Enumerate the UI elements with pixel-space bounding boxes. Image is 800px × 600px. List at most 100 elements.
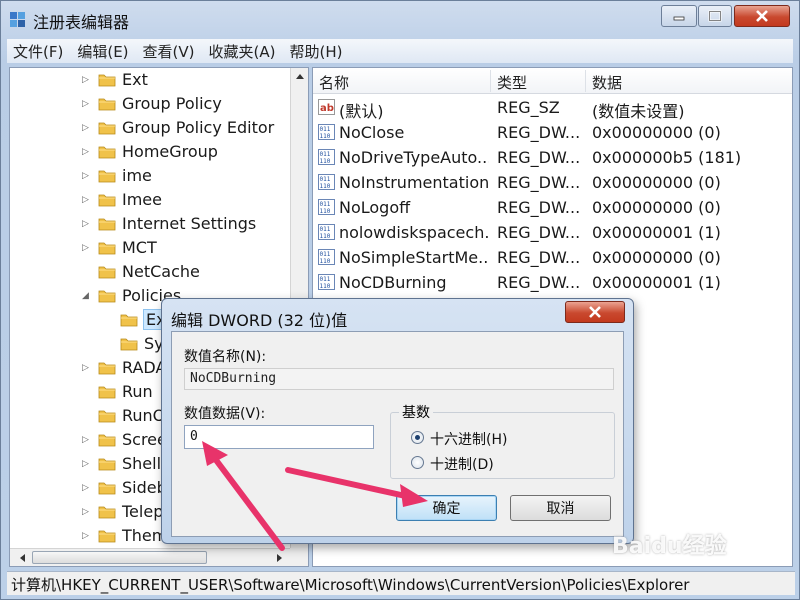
folder-icon: [98, 480, 116, 495]
dialog-title: 编辑 DWORD (32 位)值: [171, 311, 348, 330]
value-type: REG_DW...: [497, 273, 581, 292]
folder-icon: [98, 504, 116, 519]
svg-text:110: 110: [320, 133, 331, 140]
expand-arrow-icon[interactable]: ▷: [82, 243, 92, 253]
value-type: REG_SZ: [497, 98, 560, 117]
expand-arrow-icon[interactable]: ▷: [82, 531, 92, 541]
expand-arrow-icon[interactable]: ◢: [82, 291, 92, 301]
svg-text:110: 110: [320, 283, 331, 290]
tree-item[interactable]: ▷ ime: [10, 164, 292, 188]
tree-horizontal-scrollbar[interactable]: [10, 548, 292, 566]
value-row[interactable]: 011 110 NoClose REG_DW... 0x00000000 (0): [313, 120, 792, 145]
value-data-label: 数值数据(V):: [184, 406, 266, 422]
folder-icon: [98, 360, 116, 375]
dword-value-icon: 011110: [318, 149, 335, 165]
tree-item-label: Internet Settings: [122, 214, 257, 233]
value-row[interactable]: 011 110 NoSimpleStartMe... REG_DW... 0x00000…: [313, 245, 792, 270]
scroll-up-icon[interactable]: [291, 68, 309, 86]
tree-item-label: Telep: [122, 502, 164, 521]
column-header-name[interactable]: 名称: [319, 72, 349, 93]
hex-radio-label[interactable]: 十六进制(H): [430, 429, 507, 449]
expand-arrow-icon[interactable]: ▷: [82, 459, 92, 469]
value-data: 0x00000000 (0): [592, 123, 721, 142]
value-data-input[interactable]: 0: [184, 425, 374, 449]
dialog-close-button[interactable]: [565, 301, 625, 323]
value-row[interactable]: 011 110 NoLogoff REG_DW... 0x00000000 (0): [313, 195, 792, 220]
tree-item[interactable]: ▷ Internet Settings: [10, 212, 292, 236]
tree-item[interactable]: NetCache: [10, 260, 292, 284]
menu-item[interactable]: 查看(V): [143, 41, 195, 62]
folder-icon: [98, 144, 116, 159]
ok-button[interactable]: 确定: [396, 495, 497, 521]
value-row[interactable]: ab (默认) REG_SZ (数值未设置): [313, 95, 792, 121]
folder-icon: [98, 192, 116, 207]
column-separator[interactable]: [585, 70, 586, 92]
folder-icon: [98, 456, 116, 471]
hex-radio[interactable]: [411, 431, 424, 444]
horizontal-scroll-thumb[interactable]: [32, 551, 207, 564]
expand-arrow-icon[interactable]: ▷: [82, 435, 92, 445]
tree-item[interactable]: ▷ HomeGroup: [10, 140, 292, 164]
dword-value-icon: 011110: [318, 224, 335, 240]
close-button[interactable]: [734, 5, 790, 27]
maximize-button[interactable]: [698, 5, 732, 27]
value-row[interactable]: 011 110 NoInstrumentation REG_DW... 0x000000…: [313, 170, 792, 195]
column-header-data[interactable]: 数据: [592, 72, 622, 93]
minimize-button[interactable]: [661, 5, 697, 27]
value-row[interactable]: 011 110 nolowdiskspacech... REG_DW... 0x0000…: [313, 220, 792, 245]
value-type: REG_DW...: [497, 148, 581, 167]
base-group: 基数 十六进制(H) 十进制(D): [390, 402, 615, 479]
value-type: REG_DW...: [497, 123, 581, 142]
menu-item[interactable]: 文件(F): [13, 41, 63, 62]
tree-item-label: NetCache: [122, 262, 200, 281]
menu-item[interactable]: 帮助(H): [289, 41, 342, 62]
tree-item[interactable]: ▷ Group Policy Editor: [10, 116, 292, 140]
scroll-left-icon[interactable]: [14, 549, 32, 567]
tree-item-label: Group Policy: [122, 94, 222, 113]
expand-arrow-icon[interactable]: ▷: [82, 219, 92, 229]
string-value-icon: ab: [318, 99, 335, 115]
scroll-right-icon[interactable]: [270, 549, 288, 567]
tree-item[interactable]: ▷ Group Policy: [10, 92, 292, 116]
base-group-label: 基数: [399, 402, 433, 422]
folder-icon: [120, 312, 138, 327]
registry-app-icon: [10, 12, 25, 27]
expand-arrow-icon[interactable]: ▷: [82, 99, 92, 109]
folder-icon: [98, 528, 116, 543]
expand-arrow-icon[interactable]: ▷: [82, 147, 92, 157]
expand-arrow-icon[interactable]: ▷: [82, 123, 92, 133]
value-name: NoClose: [339, 123, 405, 142]
value-row[interactable]: 011 110 NoDriveTypeAuto... REG_DW... 0x00000…: [313, 145, 792, 170]
value-data: (数值未设置): [592, 102, 685, 121]
value-data: 0x00000001 (1): [592, 223, 721, 242]
title-bar[interactable]: 注册表编辑器: [1, 1, 800, 37]
tree-item[interactable]: ▷ MCT: [10, 236, 292, 260]
cancel-button[interactable]: 取消: [510, 495, 611, 521]
tree-item[interactable]: ▷ Imee: [10, 188, 292, 212]
minimize-icon: [673, 16, 685, 21]
expand-arrow-icon[interactable]: ▷: [82, 363, 92, 373]
tree-item[interactable]: ▷ Ext: [10, 68, 292, 92]
expand-arrow-icon[interactable]: ▷: [82, 195, 92, 205]
expand-arrow-icon[interactable]: ▷: [82, 75, 92, 85]
value-data: 0x000000b5 (181): [592, 148, 742, 167]
folder-icon: [98, 408, 116, 423]
tree-item-label: MCT: [122, 238, 157, 257]
menu-item[interactable]: 收藏夹(A): [209, 41, 276, 62]
decimal-radio[interactable]: [411, 456, 424, 469]
svg-text:011: 011: [320, 176, 331, 183]
expand-arrow-icon[interactable]: ▷: [82, 507, 92, 517]
svg-text:011: 011: [320, 201, 331, 208]
svg-text:011: 011: [320, 126, 331, 133]
svg-text:011: 011: [320, 251, 331, 258]
column-separator[interactable]: [490, 70, 491, 92]
expand-arrow-icon[interactable]: ▷: [82, 483, 92, 493]
menu-item[interactable]: 编辑(E): [77, 41, 128, 62]
value-name: NoCDBurning: [339, 273, 447, 292]
expand-arrow-icon[interactable]: ▷: [82, 171, 92, 181]
column-header-type[interactable]: 类型: [497, 72, 527, 93]
value-name: NoSimpleStartMe...: [339, 248, 489, 267]
decimal-radio-label[interactable]: 十进制(D): [430, 454, 494, 474]
tree-item-label: Run: [122, 382, 153, 401]
value-row[interactable]: 011 110 NoCDBurning REG_DW... 0x00000001 (1): [313, 270, 792, 295]
